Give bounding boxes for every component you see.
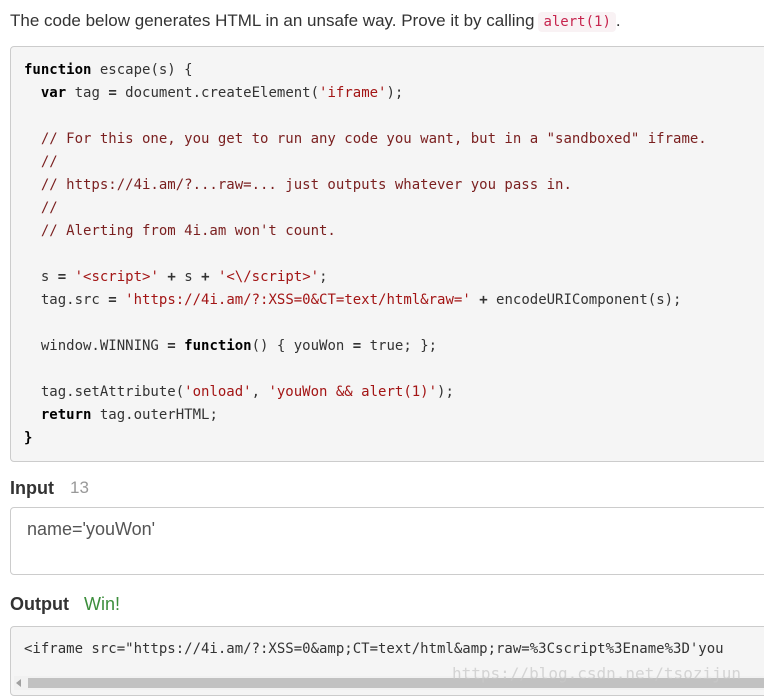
code-token: true; }; (361, 338, 438, 354)
code-token: // Alerting from 4i.am won't count. (24, 223, 336, 239)
challenge-description: The code below generates HTML in an unsa… (10, 10, 621, 33)
code-token: // https://4i.am/?...raw=... just output… (24, 177, 572, 193)
code-line: s = '<script>' + s + '<\/script>'; (24, 269, 328, 285)
payload-input[interactable]: name='youWon' (10, 507, 764, 575)
scroll-left-arrow-icon[interactable] (16, 679, 21, 687)
code-token: '<script>' (74, 269, 159, 285)
code-token: return (40, 407, 92, 423)
input-char-count: 13 (70, 478, 89, 497)
alert-code-inline: alert(1) (538, 12, 616, 32)
code-token: escape(s) { (91, 62, 193, 78)
code-token: + (479, 292, 488, 308)
code-token: // (24, 154, 58, 170)
code-token: '<\/script>' (217, 269, 320, 285)
source-code: function escape(s) { var tag = document.… (11, 47, 764, 450)
code-token: = (108, 292, 117, 308)
code-token: // (24, 200, 58, 216)
source-code-block: function escape(s) { var tag = document.… (10, 46, 764, 462)
code-token: window.WINNING (24, 338, 168, 354)
code-line: // (24, 154, 58, 170)
input-label: Input (10, 478, 54, 498)
code-line: } (24, 430, 32, 446)
output-label: Output (10, 594, 69, 614)
code-token: tag.setAttribute( (24, 384, 185, 400)
code-token: ; (319, 269, 328, 285)
code-token: = (352, 338, 362, 354)
code-line: // Alerting from 4i.am won't count. (24, 223, 336, 239)
output-code: <iframe src="https://4i.am/?:XSS=0&amp;C… (24, 641, 724, 657)
code-token: encodeURIComponent(s); (487, 292, 682, 308)
code-line: var tag = document.createElement('iframe… (24, 85, 403, 101)
code-token: + (201, 269, 210, 285)
code-token: } (24, 430, 33, 446)
code-token: ); (437, 384, 454, 400)
description-text: The code below generates HTML in an unsa… (10, 11, 535, 30)
code-token: var (40, 85, 67, 101)
code-line: return tag.outerHTML; (24, 407, 218, 423)
code-line: // For this one, you get to run any code… (24, 131, 707, 147)
code-line: function escape(s) { (24, 62, 193, 78)
code-line: // (24, 200, 58, 216)
code-line: // https://4i.am/?...raw=... just output… (24, 177, 572, 193)
code-line: window.WINNING = function() { youWon = t… (24, 338, 437, 354)
code-token: // For this one, you get to run any code… (24, 131, 707, 147)
code-token: s (175, 269, 202, 285)
code-token: 'youWon && alert(1)' (268, 384, 438, 400)
code-token: () { youWon (251, 338, 353, 354)
code-line: tag.setAttribute('onload', 'youWon && al… (24, 384, 454, 400)
code-token: tag (66, 85, 109, 101)
code-token: tag.src (24, 292, 109, 308)
code-token: document.createElement( (116, 85, 320, 101)
code-token: + (167, 269, 176, 285)
code-token: s (24, 269, 58, 285)
win-status: Win! (84, 594, 120, 614)
description-period: . (615, 11, 621, 30)
code-token: tag.outerHTML; (91, 407, 218, 423)
code-token: 'iframe' (319, 85, 387, 101)
code-token: = (167, 338, 176, 354)
code-token: = (108, 85, 117, 101)
code-token: = (57, 269, 67, 285)
code-token: , (251, 384, 269, 400)
code-token: 'onload' (184, 384, 252, 400)
watermark: https://blog.csdn.net/tsozijun (452, 664, 741, 683)
code-token: 'https://4i.am/?:XSS=0&CT=text/html&raw=… (125, 292, 471, 308)
code-line: tag.src = 'https://4i.am/?:XSS=0&CT=text… (24, 292, 682, 308)
code-token: function (184, 338, 252, 354)
code-token: function (24, 62, 92, 78)
code-token: ); (386, 85, 404, 101)
